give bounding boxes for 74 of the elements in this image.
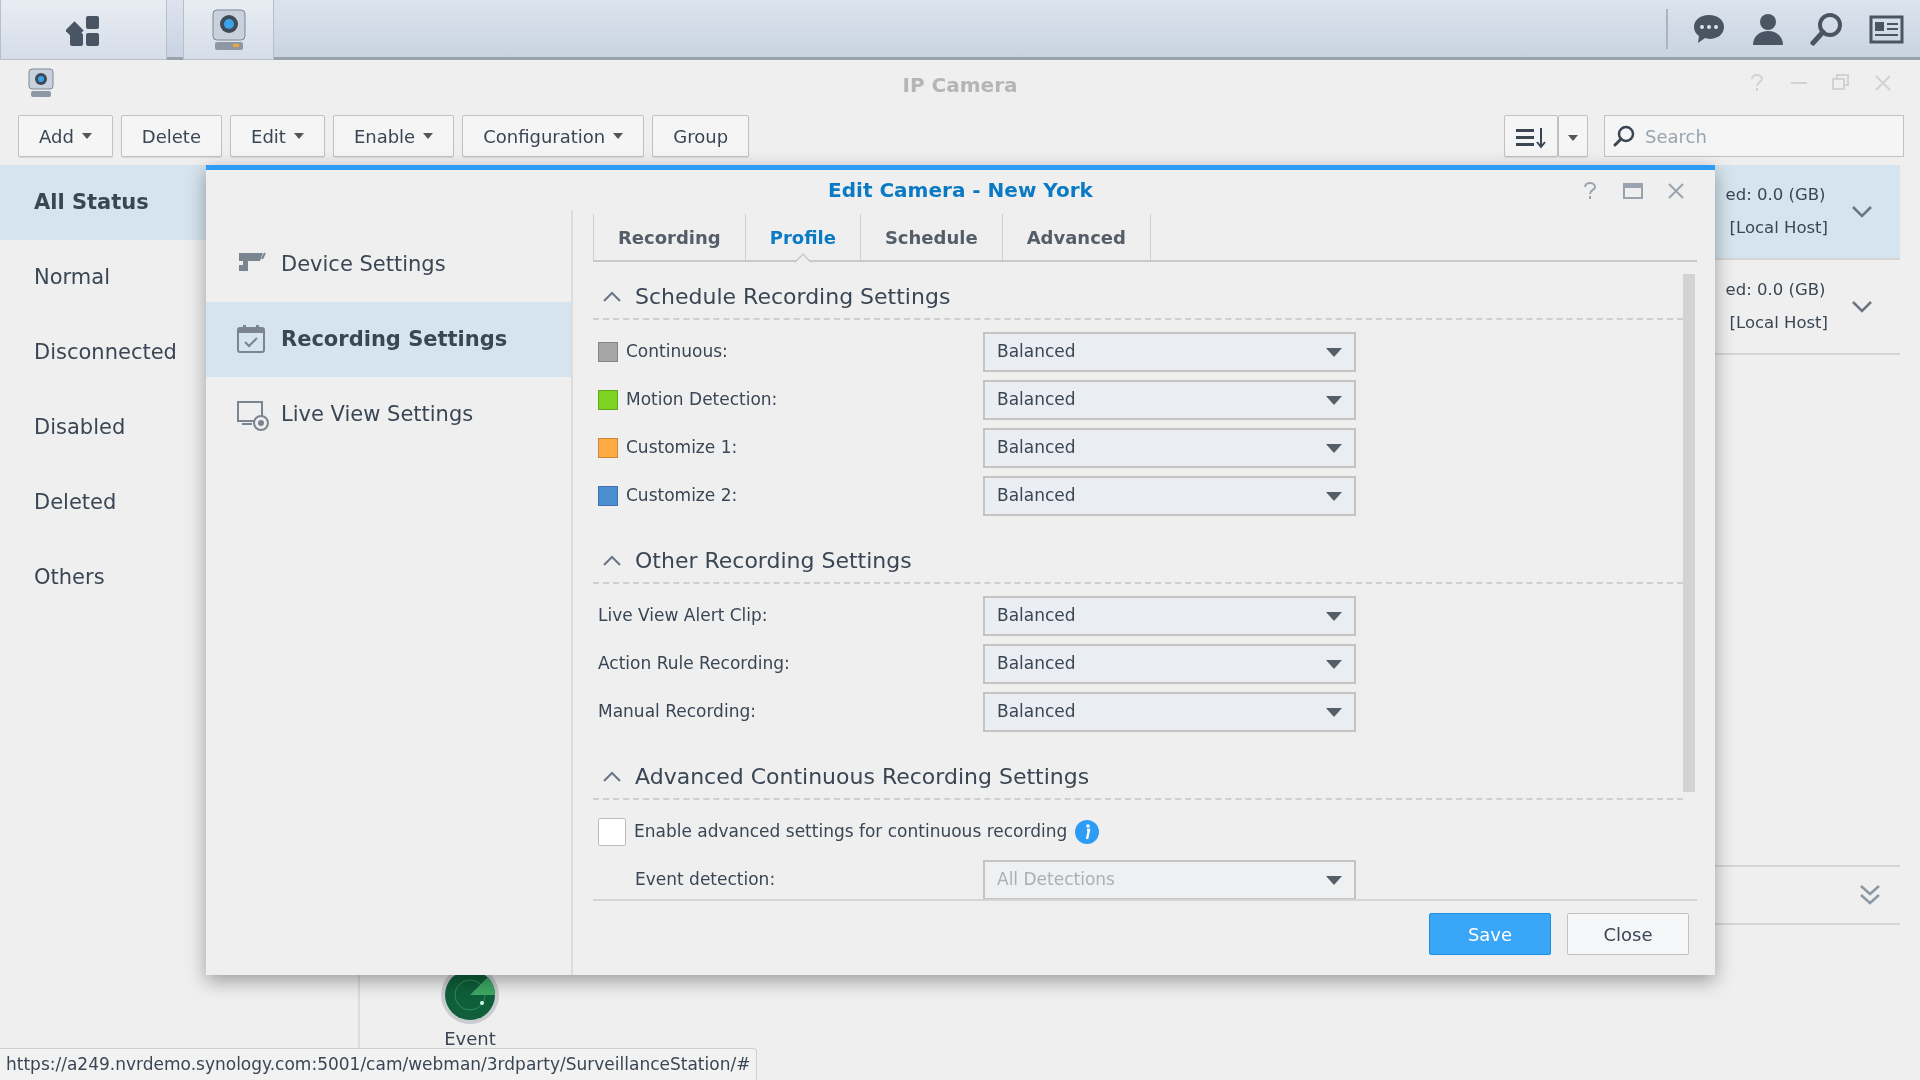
toolbar-button[interactable]: Configuration bbox=[462, 115, 645, 157]
field-label: Live View Alert Clip: bbox=[598, 604, 768, 628]
dropdown-arrow-icon bbox=[1326, 395, 1342, 405]
host-text: [Local Host] bbox=[1728, 216, 1828, 239]
help-icon bbox=[1748, 74, 1766, 92]
dialog-title: Edit Camera - New York bbox=[828, 177, 1093, 204]
camera-app-icon bbox=[27, 68, 55, 98]
toolbar-button[interactable]: Edit bbox=[230, 115, 325, 157]
user-icon bbox=[1751, 11, 1786, 47]
storage-text: ed: 0.0 (GB) bbox=[1725, 278, 1827, 301]
toolbar-button[interactable]: Group bbox=[652, 115, 750, 157]
section-header[interactable]: Schedule Recording Settings bbox=[593, 274, 1683, 320]
profile-select[interactable]: Balanced bbox=[983, 692, 1356, 732]
search-button[interactable] bbox=[1810, 11, 1845, 47]
settings-nav-item[interactable]: Live View Settings bbox=[206, 377, 571, 452]
close-button[interactable]: Close bbox=[1567, 913, 1689, 955]
search-field[interactable]: Search bbox=[1604, 115, 1904, 157]
sort-dropdown-button[interactable] bbox=[1558, 115, 1588, 157]
toolbar-button[interactable]: Delete bbox=[120, 115, 222, 157]
maximize-icon bbox=[1623, 183, 1643, 199]
dropdown-arrow-icon bbox=[1326, 707, 1342, 717]
help-icon bbox=[1581, 182, 1599, 200]
toolbar-button[interactable]: Add bbox=[18, 115, 113, 157]
chevron-up-icon bbox=[603, 770, 621, 782]
app-taskbar-button[interactable] bbox=[183, 0, 274, 60]
dropdown-arrow-icon bbox=[1326, 491, 1342, 501]
sort-button[interactable] bbox=[1504, 115, 1558, 157]
chevron-up-icon bbox=[603, 290, 621, 302]
field-label: Manual Recording: bbox=[598, 700, 756, 724]
close-icon bbox=[1667, 182, 1685, 200]
host-text: [Local Host] bbox=[1728, 311, 1828, 334]
double-chevron-down-icon bbox=[1860, 884, 1880, 906]
toolbar-button[interactable]: Enable bbox=[332, 115, 455, 157]
status-bar-url: https://a249.nvrdemo.synology.com:5001/cam/webman/3rdparty/SurveillanceStation/# bbox=[0, 1047, 758, 1080]
tab[interactable]: Profile bbox=[745, 214, 861, 260]
tab[interactable]: Advanced bbox=[1002, 214, 1151, 260]
dropdown-arrow-icon bbox=[1326, 659, 1342, 669]
tab[interactable]: Schedule bbox=[860, 214, 1003, 260]
field-label: Continuous: bbox=[626, 340, 728, 364]
monitor-record-icon bbox=[236, 398, 269, 431]
checkbox-label: Enable advanced settings for continuous recording bbox=[634, 820, 1068, 844]
storage-text: ed: 0.0 (GB) bbox=[1725, 183, 1827, 206]
profile-select[interactable]: Balanced bbox=[983, 332, 1356, 372]
scrollbar[interactable] bbox=[1683, 274, 1695, 792]
main-menu-button[interactable] bbox=[0, 0, 167, 60]
chevron-up-icon bbox=[603, 554, 621, 566]
sort-icon bbox=[1516, 126, 1546, 149]
profile-select[interactable]: Balanced bbox=[983, 476, 1356, 516]
section-header[interactable]: Other Recording Settings bbox=[593, 538, 1683, 584]
field-label: Customize 2: bbox=[626, 484, 738, 508]
chevron-down-icon bbox=[1852, 300, 1872, 313]
profile-select[interactable]: Balanced bbox=[983, 644, 1356, 684]
search-icon bbox=[1810, 11, 1845, 47]
restore-icon bbox=[1832, 74, 1850, 92]
dropdown-arrow-icon bbox=[1326, 347, 1342, 357]
caret-icon bbox=[1568, 134, 1578, 141]
dropdown-arrow-icon bbox=[1326, 611, 1342, 621]
profile-select[interactable]: Balanced bbox=[983, 428, 1356, 468]
profile-select[interactable]: Balanced bbox=[983, 380, 1356, 420]
profile-select[interactable]: Balanced bbox=[983, 596, 1356, 636]
section-header[interactable]: Advanced Continuous Recording Settings bbox=[593, 754, 1683, 800]
chevron-down-icon bbox=[1852, 205, 1872, 218]
checkbox[interactable] bbox=[598, 818, 626, 846]
settings-nav-item[interactable]: Recording Settings bbox=[206, 302, 571, 377]
dropdown-arrow-icon bbox=[1326, 875, 1342, 885]
field-label: Customize 1: bbox=[626, 436, 738, 460]
close-icon bbox=[1874, 74, 1892, 92]
field-label: Motion Detection: bbox=[626, 388, 778, 412]
user-button[interactable] bbox=[1751, 11, 1786, 47]
tab[interactable]: Recording bbox=[593, 214, 746, 260]
field-label: Event detection: bbox=[635, 868, 776, 892]
field-label: Action Rule Recording: bbox=[598, 652, 790, 676]
window-title: IP Camera bbox=[902, 72, 1018, 99]
dropdown-arrow-icon bbox=[1326, 443, 1342, 453]
